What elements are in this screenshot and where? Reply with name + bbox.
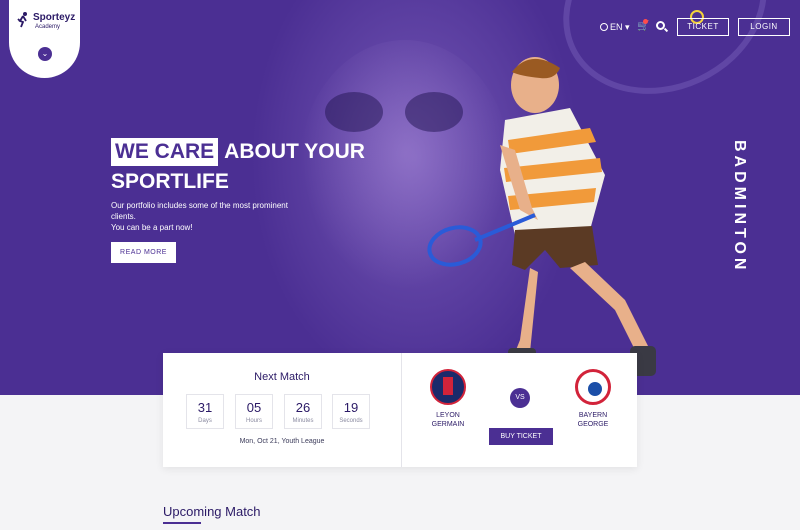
headline-highlight: WE CARE bbox=[111, 138, 219, 166]
away-team-name-line1: BAYERN bbox=[578, 412, 608, 419]
next-match-card: Next Match 31 Days 05 Hours 26 Minutes 1… bbox=[163, 353, 637, 467]
away-team: BAYERN GEORGE bbox=[563, 369, 623, 429]
chevron-down-icon[interactable]: ⌄ bbox=[38, 47, 52, 61]
heading-underline bbox=[163, 522, 201, 524]
upcoming-match-heading: Upcoming Match bbox=[163, 504, 261, 519]
globe-icon bbox=[600, 23, 608, 31]
language-label: EN bbox=[610, 22, 623, 32]
logo-tab[interactable]: Sporteyz Academy ⌄ bbox=[9, 0, 80, 78]
match-date: Mon, Oct 21, Youth League bbox=[239, 438, 325, 445]
home-team-name: LEYON GERMAIN bbox=[418, 411, 478, 429]
card-divider bbox=[401, 353, 402, 467]
countdown-days: 31 Days bbox=[186, 394, 224, 429]
next-match-title: Next Match bbox=[254, 371, 310, 383]
sport-vertical-label: BADMINTON bbox=[731, 140, 776, 273]
language-selector[interactable]: EN ▾ bbox=[600, 22, 630, 33]
home-team-name-line2: GERMAIN bbox=[431, 421, 465, 428]
buy-ticket-button[interactable]: BUY TICKET bbox=[489, 428, 553, 445]
sunglasses-left-lens bbox=[325, 92, 383, 132]
countdown-value: 31 bbox=[197, 400, 213, 415]
countdown-label: Days bbox=[198, 418, 212, 424]
countdown-value: 19 bbox=[343, 400, 359, 415]
description-line1: Our portfolio includes some of the most … bbox=[111, 201, 288, 221]
cart-badge bbox=[643, 19, 648, 24]
caret-down-icon: ▾ bbox=[625, 22, 630, 32]
home-team-name-line1: LEYON bbox=[436, 412, 460, 419]
countdown-value: 26 bbox=[295, 400, 311, 415]
away-team-name: BAYERN GEORGE bbox=[563, 411, 623, 429]
top-navigation: EN ▾ 🛒 TICKET LOGIN bbox=[0, 10, 800, 38]
sport-name: BADMINTON bbox=[731, 140, 748, 274]
boy-player-image bbox=[427, 57, 656, 376]
headline-rest: ABOUT YOUR bbox=[224, 140, 365, 163]
hero-section: Sporteyz Academy ⌄ EN ▾ 🛒 TICKET LOGIN W… bbox=[0, 0, 800, 395]
away-team-crest-icon bbox=[575, 369, 611, 405]
countdown-hours: 05 Hours bbox=[235, 394, 273, 429]
search-icon[interactable] bbox=[656, 21, 665, 30]
description-line2: You can be a part now! bbox=[111, 223, 193, 232]
ticket-button[interactable]: TICKET bbox=[677, 18, 729, 36]
home-team-crest-icon bbox=[430, 369, 466, 405]
away-team-name-line2: GEORGE bbox=[577, 421, 609, 428]
hero-headline: WE CARE ABOUT YOUR SPORTLIFE bbox=[111, 138, 365, 194]
home-team: LEYON GERMAIN bbox=[418, 369, 478, 429]
countdown-value: 05 bbox=[246, 400, 262, 415]
read-more-button[interactable]: READ MORE bbox=[111, 242, 176, 263]
headline-line2: SPORTLIFE bbox=[111, 170, 229, 193]
hero-description: Our portfolio includes some of the most … bbox=[111, 200, 311, 233]
countdown-minutes: 26 Minutes bbox=[284, 394, 322, 429]
vs-badge: VS bbox=[510, 388, 530, 408]
countdown-seconds: 19 Seconds bbox=[332, 394, 370, 429]
countdown-label: Seconds bbox=[339, 418, 363, 424]
countdown-label: Minutes bbox=[292, 418, 314, 424]
login-button[interactable]: LOGIN bbox=[738, 18, 790, 36]
countdown-label: Hours bbox=[245, 418, 262, 424]
